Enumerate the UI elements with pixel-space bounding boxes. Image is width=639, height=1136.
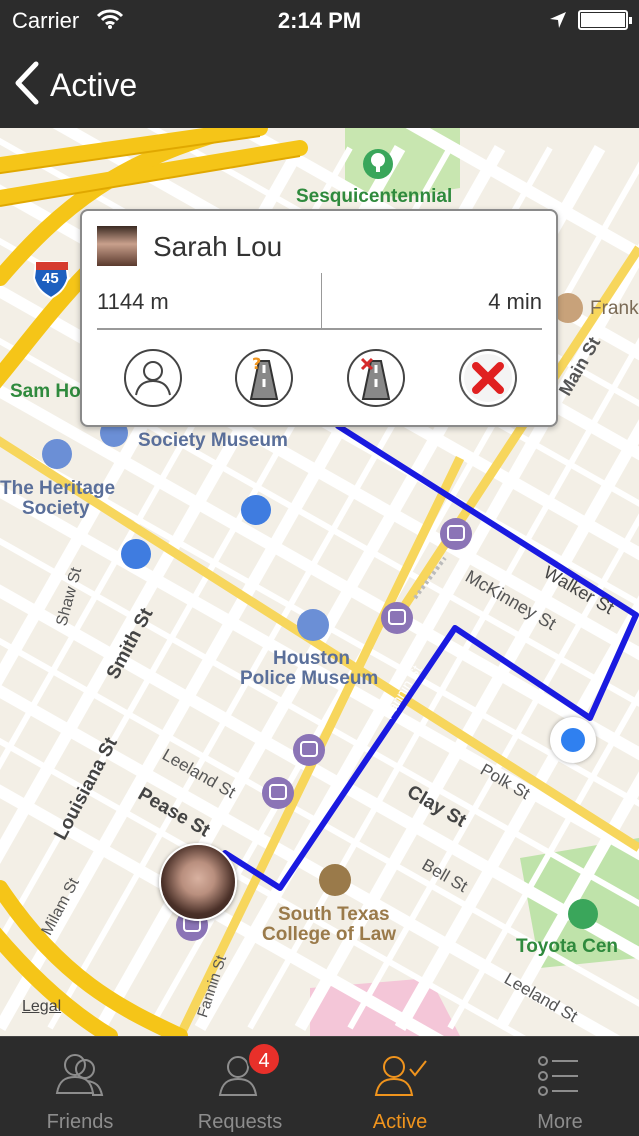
list-icon bbox=[532, 1051, 588, 1106]
person-icon bbox=[122, 349, 184, 413]
distance-value: 1144 m bbox=[97, 289, 169, 314]
tab-bar: Friends 4 Requests Active More bbox=[0, 1036, 639, 1136]
svg-text:?: ? bbox=[252, 354, 261, 373]
show-route-button[interactable]: ? bbox=[233, 347, 295, 409]
hide-route-button[interactable] bbox=[345, 347, 407, 409]
map-label-houston-police-1: Houston bbox=[273, 648, 351, 669]
friend-name: Sarah Lou bbox=[153, 231, 283, 262]
map-label-heritage-1: The Heritage bbox=[0, 478, 116, 499]
avatar bbox=[97, 226, 137, 266]
location-arrow-icon bbox=[548, 10, 568, 35]
divider bbox=[97, 328, 542, 330]
map-label-toyota-center: Toyota Cen bbox=[516, 936, 619, 957]
map-label-south-texas-1: South Texas bbox=[278, 904, 390, 925]
road-cancel-icon bbox=[345, 349, 407, 413]
clock: 2:14 PM bbox=[277, 8, 362, 33]
battery-icon bbox=[578, 10, 632, 30]
friend-info-popup: Sarah Lou 1144 m 4 min ? bbox=[80, 209, 558, 427]
map-label-society-museum: Society Museum bbox=[138, 430, 288, 451]
navigation-bar: Active bbox=[0, 42, 639, 128]
map-label-frank: Frank bbox=[590, 298, 639, 319]
tab-more[interactable]: More bbox=[480, 1037, 639, 1136]
tab-active[interactable]: Active bbox=[320, 1037, 480, 1136]
back-title: Active bbox=[50, 66, 138, 103]
close-button[interactable] bbox=[457, 347, 519, 409]
friends-icon bbox=[52, 1051, 108, 1106]
my-location-dot bbox=[550, 717, 596, 763]
duration-value: 4 min bbox=[488, 289, 542, 314]
map-label-heritage-2: Society bbox=[22, 498, 90, 519]
map-label-houston-police-2: Police Museum bbox=[240, 668, 379, 689]
tab-requests[interactable]: 4 Requests bbox=[160, 1037, 320, 1136]
map-label-sesquicentennial: Sesquicentennial bbox=[296, 186, 453, 207]
map-label-south-texas-2: College of Law bbox=[262, 924, 397, 945]
chevron-left-icon bbox=[14, 61, 40, 110]
tab-label: Friends bbox=[46, 1111, 114, 1133]
interstate-shield-label: 45 bbox=[42, 270, 59, 287]
tab-label: Active bbox=[372, 1111, 428, 1133]
notification-badge: 4 bbox=[247, 1042, 281, 1076]
road-question-icon: ? bbox=[233, 349, 295, 413]
back-button[interactable]: Active bbox=[14, 60, 137, 110]
map-label-sam-houston: Sam Ho bbox=[10, 381, 81, 402]
friend-avatar-pin[interactable] bbox=[159, 843, 237, 921]
active-user-check-icon bbox=[372, 1051, 428, 1106]
tab-label: More bbox=[537, 1111, 583, 1133]
legal-link[interactable]: Legal bbox=[22, 998, 61, 1016]
close-icon bbox=[457, 349, 519, 413]
profile-button[interactable] bbox=[122, 347, 184, 409]
tab-friends[interactable]: Friends bbox=[0, 1037, 160, 1136]
tab-label: Requests bbox=[197, 1111, 283, 1133]
status-bar: Carrier 2:14 PM bbox=[0, 0, 639, 42]
divider bbox=[321, 273, 322, 329]
